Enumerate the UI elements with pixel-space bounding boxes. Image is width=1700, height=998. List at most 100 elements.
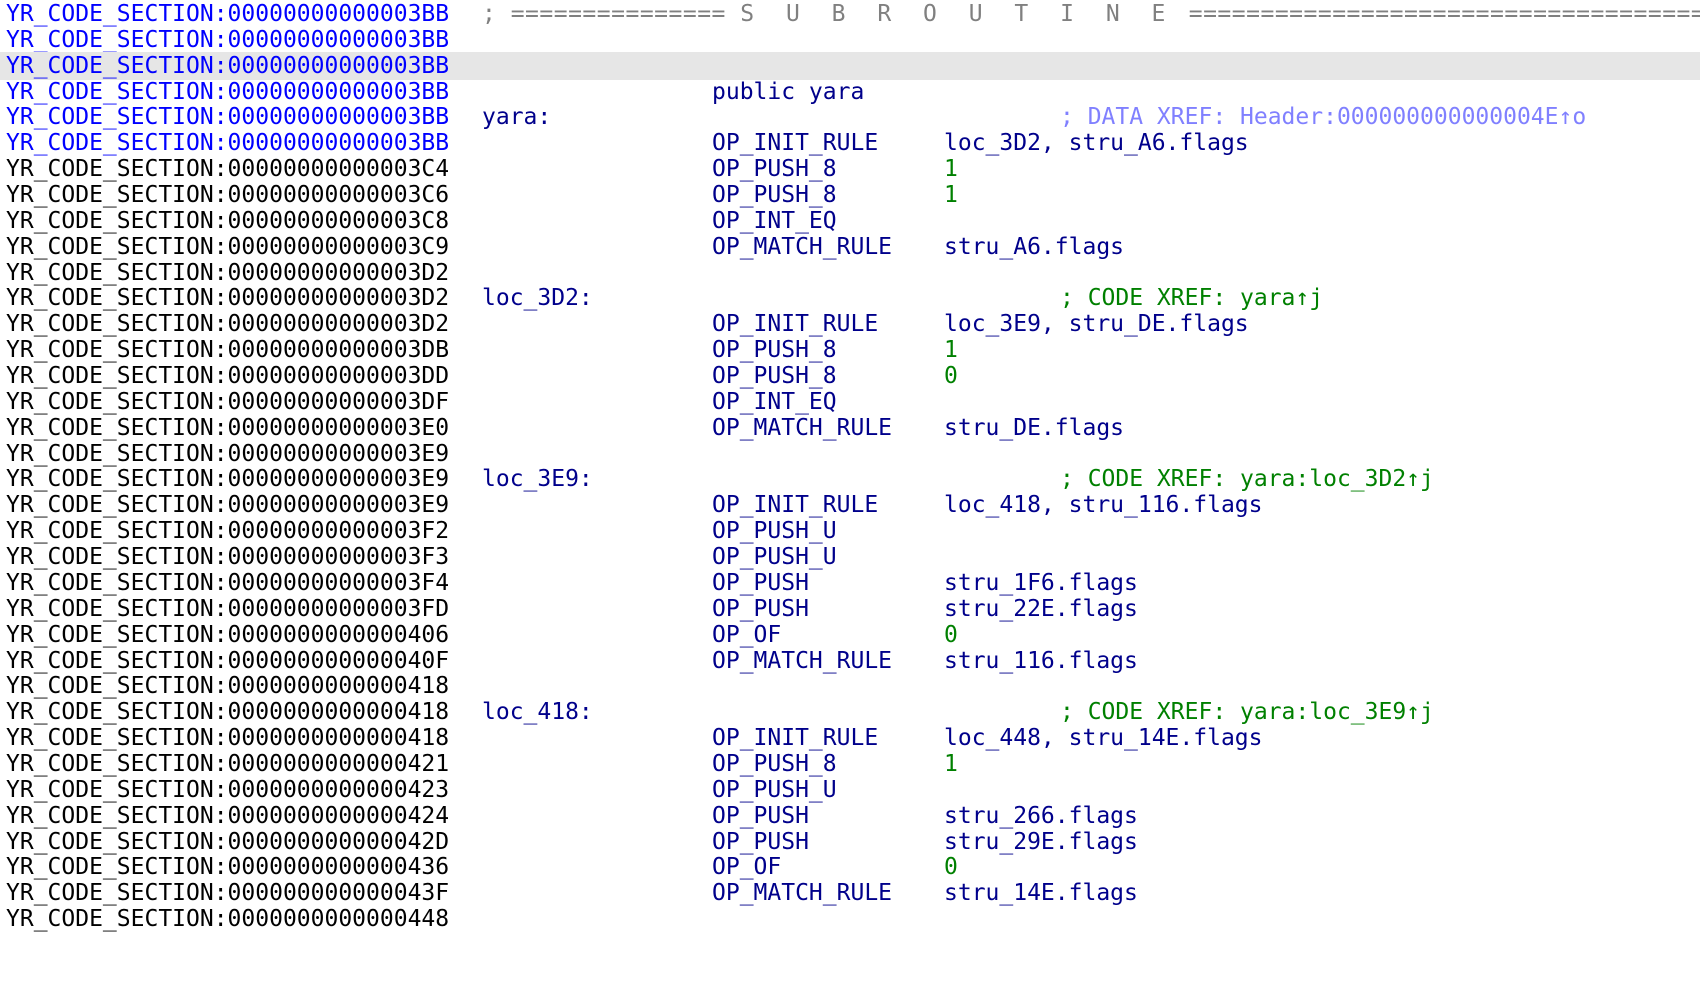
address: YR_CODE_SECTION:00000000000003C4 — [6, 156, 450, 183]
instruction-mnemonic: OP_PUSH_U — [712, 518, 837, 545]
listing-row[interactable]: YR_CODE_SECTION:0000000000000406 OP_OF 0 — [0, 621, 1700, 649]
listing-row[interactable]: YR_CODE_SECTION:000000000000040F OP_MATCH… — [0, 647, 1700, 675]
operand-reference[interactable]: stru_266.flags — [944, 802, 1138, 830]
operand-reference[interactable]: stru_22E.flags — [944, 595, 1138, 623]
operand-reference[interactable]: loc_418, stru_116.flags — [944, 491, 1263, 519]
address: YR_CODE_SECTION:00000000000003BB — [6, 26, 450, 53]
instruction-mnemonic: OP_MATCH_RULE — [712, 647, 893, 674]
address: YR_CODE_SECTION:00000000000003BB — [6, 104, 450, 131]
address: YR_CODE_SECTION:00000000000003C8 — [6, 207, 450, 234]
listing-row[interactable]: YR_CODE_SECTION:00000000000003C8 OP_INT_E… — [0, 207, 1700, 235]
address: YR_CODE_SECTION:00000000000003D2 — [6, 311, 450, 338]
operand-reference[interactable]: stru_29E.flags — [944, 828, 1138, 856]
instruction-mnemonic: OP_PUSH — [712, 802, 809, 829]
operand-reference[interactable]: loc_448, stru_14E.flags — [944, 724, 1263, 752]
listing-row[interactable]: YR_CODE_SECTION:0000000000000423 OP_PUSH_… — [0, 776, 1700, 804]
separator-right: ======================================== — [1188, 1, 1700, 27]
listing-row[interactable]: YR_CODE_SECTION:00000000000003E0 OP_MATCH… — [0, 414, 1700, 442]
listing-row[interactable]: YR_CODE_SECTION:00000000000003D2 OP_INIT_… — [0, 310, 1700, 338]
instruction-mnemonic: OP_OF — [712, 854, 782, 881]
listing-row[interactable]: YR_CODE_SECTION:0000000000000418 — [0, 672, 1700, 700]
listing-row[interactable]: YR_CODE_SECTION:0000000000000436 OP_OF 0 — [0, 853, 1700, 881]
listing-row[interactable]: YR_CODE_SECTION:00000000000003C9 OP_MATCH… — [0, 233, 1700, 261]
operand-reference[interactable]: stru_14E.flags — [944, 879, 1138, 907]
listing-row[interactable]: YR_CODE_SECTION:0000000000000421 OP_PUSH_… — [0, 750, 1700, 778]
instruction-mnemonic: OP_PUSH_8 — [712, 156, 837, 183]
operand-number: 0 — [944, 363, 958, 390]
instruction-mnemonic: OP_INIT_RULE — [712, 311, 879, 338]
code-xref-comment[interactable]: ; CODE XREF: yara↑j — [1060, 284, 1323, 312]
listing-row[interactable]: YR_CODE_SECTION:00000000000003C6 OP_PUSH_… — [0, 181, 1700, 209]
data-xref-comment[interactable]: ; DATA XREF: Header:000000000000004E↑o — [1060, 103, 1586, 131]
address: YR_CODE_SECTION:00000000000003BB — [6, 78, 450, 105]
listing-row[interactable]: YR_CODE_SECTION:0000000000000418 loc_418:… — [0, 698, 1700, 726]
address: YR_CODE_SECTION:000000000000042D — [6, 828, 450, 855]
operand-reference[interactable]: loc_3E9, stru_DE.flags — [944, 310, 1249, 338]
separator-left: ; =============== — [482, 1, 726, 27]
instruction-mnemonic: public yara — [712, 78, 865, 105]
address: YR_CODE_SECTION:0000000000000448 — [6, 906, 450, 933]
code-xref-comment[interactable]: ; CODE XREF: yara:loc_3D2↑j — [1060, 465, 1434, 493]
address: YR_CODE_SECTION:000000000000043F — [6, 880, 450, 907]
listing-row[interactable]: YR_CODE_SECTION:00000000000003C4 OP_PUSH_… — [0, 155, 1700, 183]
address: YR_CODE_SECTION:00000000000003C9 — [6, 233, 450, 260]
instruction-mnemonic: OP_PUSH_U — [712, 776, 837, 803]
instruction-mnemonic: OP_MATCH_RULE — [712, 233, 893, 260]
instruction-mnemonic: OP_OF — [712, 621, 782, 648]
operand-reference[interactable]: stru_116.flags — [944, 647, 1138, 675]
address: YR_CODE_SECTION:00000000000003DF — [6, 388, 450, 415]
instruction-mnemonic: OP_INIT_RULE — [712, 725, 879, 752]
listing-row[interactable]: YR_CODE_SECTION:0000000000000448 — [0, 905, 1700, 933]
code-label[interactable]: loc_418: — [482, 698, 593, 726]
listing-row[interactable]: YR_CODE_SECTION:00000000000003DF OP_INT_E… — [0, 388, 1700, 416]
listing-row[interactable]: YR_CODE_SECTION:00000000000003E9 — [0, 440, 1700, 468]
address: YR_CODE_SECTION:0000000000000418 — [6, 699, 450, 726]
listing-row[interactable]: YR_CODE_SECTION:00000000000003D2 — [0, 259, 1700, 287]
address: YR_CODE_SECTION:0000000000000418 — [6, 673, 450, 700]
listing-row[interactable]: YR_CODE_SECTION:00000000000003DD OP_PUSH_… — [0, 362, 1700, 390]
address: YR_CODE_SECTION:00000000000003F2 — [6, 518, 450, 545]
code-label[interactable]: loc_3D2: — [482, 284, 593, 312]
instruction-mnemonic: OP_PUSH — [712, 569, 809, 596]
listing-row[interactable]: YR_CODE_SECTION:00000000000003E9 OP_INIT_… — [0, 491, 1700, 519]
instruction-mnemonic: OP_PUSH_8 — [712, 182, 837, 209]
operand-reference[interactable]: stru_A6.flags — [944, 233, 1124, 261]
listing-row[interactable]: YR_CODE_SECTION:00000000000003F4 OP_PUSH s… — [0, 569, 1700, 597]
instruction-mnemonic: OP_INIT_RULE — [712, 492, 879, 519]
listing-row[interactable]: YR_CODE_SECTION:00000000000003BB OP_INIT_… — [0, 129, 1700, 157]
operand-reference[interactable]: stru_DE.flags — [944, 414, 1124, 442]
address: YR_CODE_SECTION:0000000000000436 — [6, 854, 450, 881]
address: YR_CODE_SECTION:0000000000000424 — [6, 802, 450, 829]
listing-row[interactable]: YR_CODE_SECTION:0000000000000418 OP_INIT_… — [0, 724, 1700, 752]
subroutine-header-row[interactable]: YR_CODE_SECTION:00000000000003BB ; =====… — [0, 0, 1700, 28]
code-xref-comment[interactable]: ; CODE XREF: yara:loc_3E9↑j — [1060, 698, 1434, 726]
listing-row[interactable]: YR_CODE_SECTION:0000000000000424 OP_PUSH s… — [0, 802, 1700, 830]
instruction-mnemonic: OP_PUSH — [712, 595, 809, 622]
instruction-mnemonic: OP_INIT_RULE — [712, 130, 879, 157]
listing-row-selected[interactable]: YR_CODE_SECTION:00000000000003BB — [0, 51, 1700, 80]
code-label[interactable]: loc_3E9: — [482, 465, 593, 493]
listing-row[interactable]: YR_CODE_SECTION:00000000000003BB yara: ; D… — [0, 103, 1700, 131]
listing-row[interactable]: YR_CODE_SECTION:00000000000003FD OP_PUSH s… — [0, 595, 1700, 623]
listing-row[interactable]: YR_CODE_SECTION:00000000000003E9 loc_3E9:… — [0, 465, 1700, 493]
code-label[interactable]: yara: — [482, 103, 551, 131]
address: YR_CODE_SECTION:00000000000003BB — [6, 1, 450, 27]
instruction-mnemonic: OP_PUSH_8 — [712, 363, 837, 390]
subroutine-separator: ; =============== S U B R O U T I N E ==… — [482, 0, 1700, 28]
listing-row[interactable]: YR_CODE_SECTION:000000000000043F OP_MATCH… — [0, 879, 1700, 907]
operand-reference[interactable]: stru_1F6.flags — [944, 569, 1138, 597]
listing-row[interactable]: YR_CODE_SECTION:000000000000042D OP_PUSH s… — [0, 828, 1700, 856]
operand-number: 1 — [944, 750, 958, 777]
listing-row[interactable]: YR_CODE_SECTION:00000000000003DB OP_PUSH_… — [0, 336, 1700, 364]
listing-row[interactable]: YR_CODE_SECTION:00000000000003F2 OP_PUSH_… — [0, 517, 1700, 545]
listing-row[interactable]: YR_CODE_SECTION:00000000000003D2 loc_3D2:… — [0, 284, 1700, 312]
listing-row[interactable]: YR_CODE_SECTION:00000000000003BB — [0, 26, 1700, 54]
address: YR_CODE_SECTION:00000000000003DD — [6, 363, 450, 390]
disassembly-listing[interactable]: YR_CODE_SECTION:00000000000003BB ; =====… — [0, 0, 1700, 998]
address: YR_CODE_SECTION:00000000000003E9 — [6, 440, 450, 467]
address: YR_CODE_SECTION:000000000000040F — [6, 647, 450, 674]
operand-reference[interactable]: loc_3D2, stru_A6.flags — [944, 129, 1249, 157]
operand-number: 0 — [944, 854, 958, 881]
listing-row[interactable]: YR_CODE_SECTION:00000000000003F3 OP_PUSH_… — [0, 543, 1700, 571]
listing-row[interactable]: YR_CODE_SECTION:00000000000003BB public y… — [0, 78, 1700, 106]
